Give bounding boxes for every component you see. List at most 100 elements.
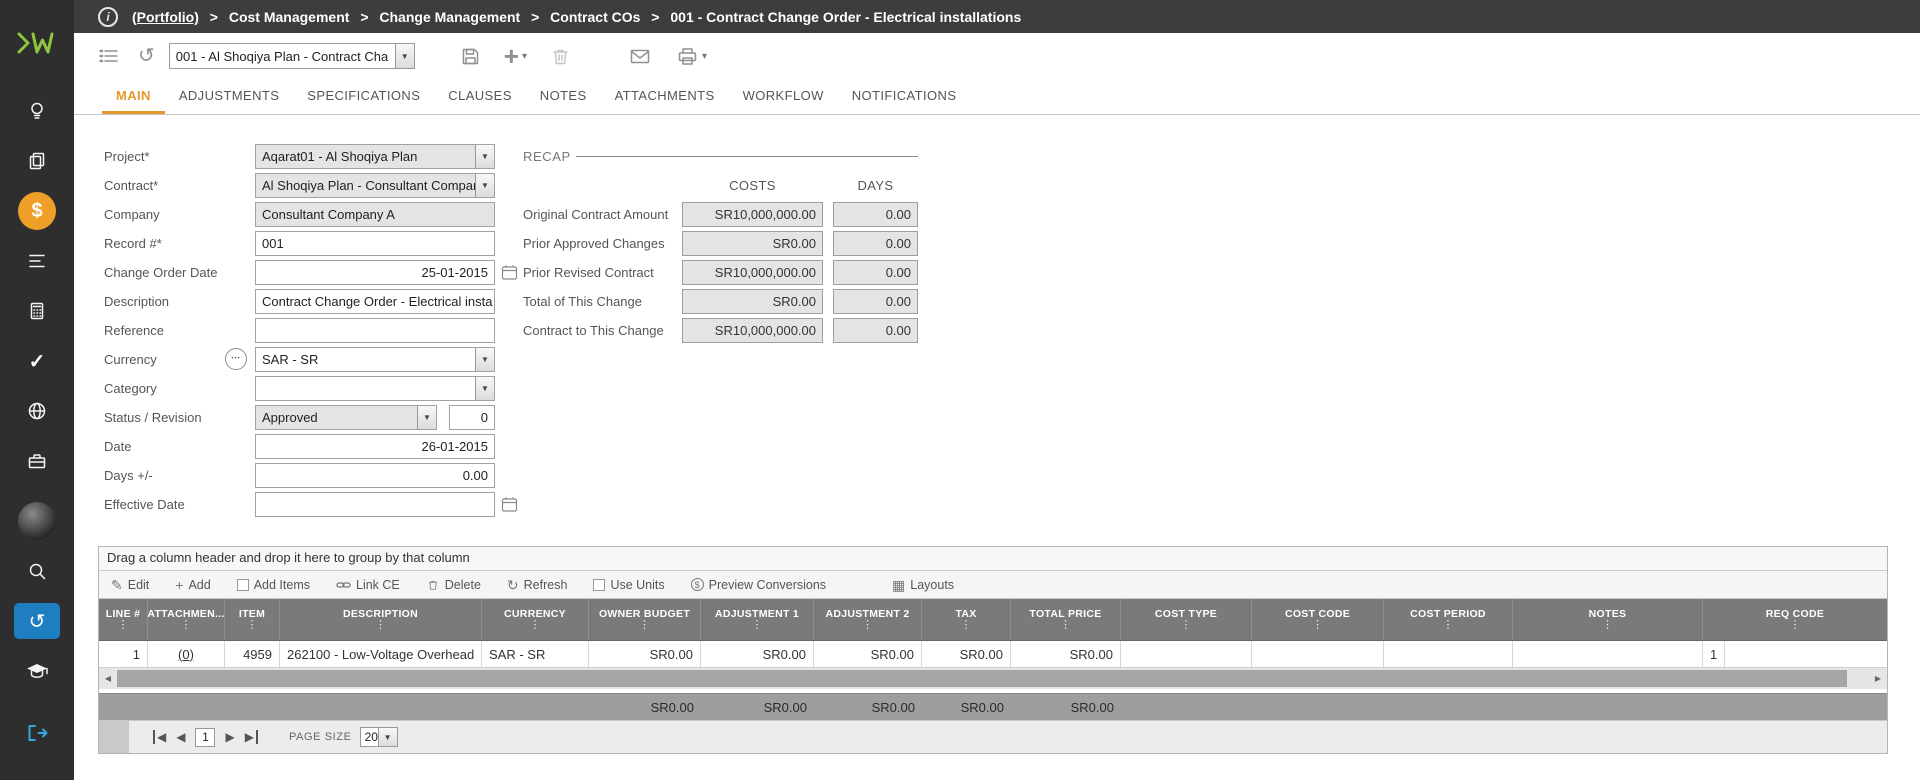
email-button[interactable]	[628, 45, 652, 67]
record-selector-dropdown[interactable]: 001 - Al Shoqiya Plan - Contract Cha ▼	[168, 43, 415, 69]
description-input[interactable]: Contract Change Order - Electrical insta	[255, 289, 495, 314]
attachments-count-link[interactable]: (0)	[178, 647, 194, 662]
sidebar-item-tasks[interactable]: ✓	[0, 336, 74, 386]
print-caret-icon[interactable]: ▾	[702, 51, 707, 62]
use-units-checkbox[interactable]: Use Units	[593, 578, 665, 592]
column-header-cost-code[interactable]: COST CODE ⋮	[1252, 599, 1384, 640]
column-header-cost-period[interactable]: COST PERIOD ⋮	[1384, 599, 1513, 640]
column-menu-icon[interactable]: ⋮	[1790, 620, 1801, 631]
change-order-date-input[interactable]: 25-01-2015	[255, 260, 495, 285]
column-header-cost-type[interactable]: COST TYPE ⋮	[1121, 599, 1252, 640]
add-caret-icon[interactable]: ▾	[522, 51, 527, 62]
sidebar-item-portal[interactable]	[0, 386, 74, 436]
reference-input[interactable]	[255, 318, 495, 343]
column-header-adjustment-2[interactable]: ADJUSTMENT 2 ⋮	[814, 599, 922, 640]
currency-options-icon[interactable]: •••	[225, 348, 247, 370]
scroll-right-button[interactable]: ▶	[1869, 668, 1887, 689]
column-header-adjustment-1[interactable]: ADJUSTMENT 1 ⋮	[701, 599, 814, 640]
column-menu-icon[interactable]: ⋮	[1443, 620, 1454, 631]
scroll-left-button[interactable]: ◀	[99, 668, 117, 689]
refresh-button[interactable]: ↻ Refresh	[507, 578, 568, 592]
effective-date-input[interactable]	[255, 492, 495, 517]
dropdown-arrow-icon[interactable]: ▼	[475, 145, 494, 168]
preview-conversions-button[interactable]: $ Preview Conversions	[690, 578, 826, 592]
link-ce-button[interactable]: Link CE	[336, 578, 400, 592]
info-icon[interactable]: i	[98, 6, 118, 27]
column-menu-icon[interactable]: ⋮	[1181, 620, 1192, 631]
delete-button[interactable]: Delete	[426, 578, 481, 592]
column-menu-icon[interactable]: ⋮	[1312, 620, 1323, 631]
record-list-button[interactable]	[96, 45, 120, 67]
currency-select[interactable]: SAR - SR ▼	[255, 347, 495, 372]
tab-attachments[interactable]: ATTACHMENTS	[601, 79, 729, 114]
column-header-tax[interactable]: TAX ⋮	[922, 599, 1011, 640]
breadcrumb-portfolio-link[interactable]: (Portfolio)	[132, 9, 199, 25]
sidebar-item-cost-management-active[interactable]: $	[0, 186, 74, 236]
sidebar-item-history-active[interactable]: ↺	[0, 596, 74, 646]
column-header-attachments[interactable]: ATTACHMEN... ⋮	[148, 599, 225, 640]
grid-data-row[interactable]: 1 (0) 4959 262100 - Low-Voltage Overhead…	[99, 641, 1887, 668]
column-menu-icon[interactable]: ⋮	[1602, 620, 1613, 631]
print-button[interactable]: ▾	[676, 45, 707, 68]
dropdown-arrow-icon[interactable]: ▼	[475, 174, 494, 197]
column-menu-icon[interactable]: ⋮	[1060, 620, 1071, 631]
tab-clauses[interactable]: CLAUSES	[434, 79, 526, 114]
sidebar-item-learning[interactable]	[0, 646, 74, 696]
record-no-input[interactable]: 001	[255, 231, 495, 256]
dropdown-arrow-icon[interactable]: ▼	[377, 728, 397, 746]
layouts-button[interactable]: ▦ Layouts	[892, 578, 954, 592]
column-menu-icon[interactable]: ⋮	[752, 620, 763, 631]
edit-button[interactable]: ✎ Edit	[111, 578, 149, 592]
column-header-currency[interactable]: CURRENCY ⋮	[482, 599, 589, 640]
tab-specifications[interactable]: SPECIFICATIONS	[293, 79, 434, 114]
tab-workflow[interactable]: WORKFLOW	[729, 79, 838, 114]
dropdown-arrow-icon[interactable]: ▼	[475, 348, 494, 371]
column-header-req-code[interactable]: REQ CODE ⋮	[1703, 599, 1887, 640]
column-header-total-price[interactable]: TOTAL PRICE ⋮	[1011, 599, 1121, 640]
column-menu-icon[interactable]: ⋮	[375, 620, 386, 631]
previous-page-button[interactable]: ◀	[176, 730, 185, 744]
dropdown-arrow-icon[interactable]: ▼	[475, 377, 494, 400]
column-header-line[interactable]: LINE # ⋮	[99, 599, 148, 640]
calendar-icon[interactable]	[501, 496, 518, 518]
save-button[interactable]	[459, 45, 482, 68]
sidebar-item-projects[interactable]	[0, 436, 74, 486]
column-header-owner-budget[interactable]: OWNER BUDGET ⋮	[589, 599, 701, 640]
page-size-select[interactable]: 20 ▼	[359, 727, 398, 747]
column-header-item[interactable]: ITEM ⋮	[225, 599, 280, 640]
project-select[interactable]: Aqarat01 - Al Shoqiya Plan ▼	[255, 144, 495, 169]
column-menu-icon[interactable]: ⋮	[862, 620, 873, 631]
column-menu-icon[interactable]: ⋮	[247, 620, 258, 631]
column-menu-icon[interactable]: ⋮	[118, 620, 129, 631]
page-number-input[interactable]: 1	[195, 727, 216, 747]
sidebar-item-ideas[interactable]	[0, 86, 74, 136]
status-select[interactable]: Approved ▼	[255, 405, 437, 430]
checkbox-icon[interactable]	[236, 578, 249, 591]
group-by-panel[interactable]: Drag a column header and drop it here to…	[99, 547, 1887, 571]
days-input[interactable]: 0.00	[255, 463, 495, 488]
calendar-icon[interactable]	[501, 264, 518, 286]
add-record-button[interactable]: + ▾	[504, 43, 527, 69]
column-menu-icon[interactable]: ⋮	[961, 620, 972, 631]
sidebar-item-reports[interactable]	[0, 236, 74, 286]
logout-button[interactable]	[0, 708, 74, 758]
scrollbar-thumb[interactable]	[117, 670, 1847, 687]
sidebar-item-documents[interactable]	[0, 136, 74, 186]
sidebar-item-search[interactable]	[0, 546, 74, 596]
column-header-notes[interactable]: NOTES ⋮	[1513, 599, 1703, 640]
date-input[interactable]: 26-01-2015	[255, 434, 495, 459]
dropdown-arrow-icon[interactable]: ▼	[417, 406, 436, 429]
last-page-button[interactable]: ▶	[245, 730, 258, 744]
first-page-button[interactable]: ◀	[153, 730, 166, 744]
dropdown-arrow-icon[interactable]: ▼	[394, 44, 414, 68]
add-button[interactable]: + Add	[175, 578, 210, 592]
column-header-description[interactable]: DESCRIPTION ⋮	[280, 599, 482, 640]
delete-record-button[interactable]	[549, 45, 572, 68]
sidebar-item-calculator[interactable]	[0, 286, 74, 336]
tab-adjustments[interactable]: ADJUSTMENTS	[165, 79, 293, 114]
category-select[interactable]: ▼	[255, 376, 495, 401]
user-avatar[interactable]	[0, 496, 74, 546]
tab-main[interactable]: MAIN	[102, 79, 165, 114]
tab-notifications[interactable]: NOTIFICATIONS	[838, 79, 971, 114]
column-menu-icon[interactable]: ⋮	[181, 620, 192, 631]
